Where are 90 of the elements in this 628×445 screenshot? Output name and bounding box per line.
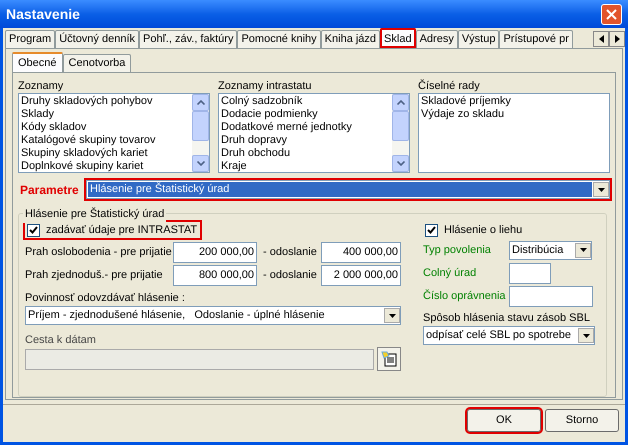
- scroll-down-button[interactable]: [192, 155, 209, 172]
- tab[interactable]: Účtovný denník: [55, 30, 140, 48]
- dropdown-button[interactable]: [384, 308, 400, 323]
- amount-field[interactable]: 400 000,00: [321, 242, 401, 262]
- parameters-dropdown[interactable]: Hlásenie pre Štatistický úrad: [86, 180, 610, 199]
- field-label: - odoslanie: [263, 268, 318, 283]
- list-box[interactable]: Skladové príjemky Výdaje zo skladu: [418, 93, 610, 173]
- field-label: Spôsob hlásenia stavu zásob SBL: [423, 311, 591, 325]
- field-label: Povinnosť odovzdávať hlásenie :: [25, 291, 186, 305]
- selected-value: odpísať celé SBL po spotrebe: [426, 328, 572, 344]
- field-label: Cesta k dátam: [25, 333, 97, 347]
- list-item[interactable]: Dodatkové merné jednotky: [221, 121, 392, 134]
- dropdown-arrow-icon: [598, 188, 604, 192]
- obligation-dropdown[interactable]: Príjem - zjednodušené hlásenie, Odoslanie - úplné hlásenie: [25, 306, 401, 325]
- dropdown-arrow-icon: [582, 334, 590, 338]
- tab[interactable]: Sklad: [380, 28, 416, 48]
- list-item[interactable]: Druhy skladových pohybov: [21, 95, 192, 108]
- amount-field[interactable]: 200 000,00: [173, 242, 257, 262]
- amount-field[interactable]: 2 000 000,00: [321, 264, 401, 286]
- browse-button[interactable]: [377, 347, 401, 371]
- field-label: Číslo oprávnenia: [423, 288, 507, 304]
- button[interactable]: Storno: [545, 409, 619, 432]
- list-title: Zoznamy: [18, 79, 64, 93]
- subtab[interactable]: Cenotvorba: [62, 54, 132, 72]
- close-button[interactable]: [601, 4, 622, 24]
- field-label: Prah zjednoduš.- pre prijatie: [25, 268, 164, 283]
- scroll-down-button[interactable]: [392, 155, 409, 172]
- group-title: Hlásenie pre Štatistický úrad: [23, 206, 166, 222]
- tab[interactable]: Kniha jázd: [320, 30, 380, 48]
- list-title: Zoznamy intrastatu: [218, 79, 313, 93]
- list-item[interactable]: Dodacie podmienky: [221, 108, 392, 121]
- list-title: Číselné rady: [418, 79, 481, 93]
- scrollbar[interactable]: [192, 94, 209, 172]
- check-icon: [427, 226, 436, 234]
- selected-value: Distribúcia: [512, 242, 564, 258]
- list-item[interactable]: Skladové príjemky: [421, 95, 609, 108]
- input-field[interactable]: [509, 286, 593, 306]
- document-icon: [381, 351, 397, 367]
- dropdown-arrow-icon: [388, 314, 396, 318]
- list-item[interactable]: Výdaje zo skladu: [421, 108, 609, 121]
- scroll-up-button[interactable]: [192, 94, 209, 111]
- tab[interactable]: Výstup: [458, 30, 500, 48]
- list-item[interactable]: Sklady: [21, 108, 192, 121]
- close-icon: [606, 8, 617, 20]
- scroll-right-button[interactable]: [609, 31, 625, 47]
- dropdown-button[interactable]: [578, 328, 594, 343]
- field-label: Typ povolenia: [423, 242, 492, 258]
- field-label: - odoslanie: [263, 244, 318, 260]
- list-item[interactable]: Colný sadzobník: [221, 95, 392, 108]
- scroll-left-button[interactable]: [593, 31, 609, 47]
- dropdown-button[interactable]: [575, 242, 591, 258]
- list-item[interactable]: Kraje: [221, 160, 392, 173]
- dropdown-arrow-icon: [580, 248, 586, 252]
- scrollbar[interactable]: [392, 94, 409, 172]
- checkbox[interactable]: [425, 224, 438, 236]
- amount-field[interactable]: 800 000,00: [173, 264, 257, 286]
- list-item[interactable]: Kódy skladov: [21, 121, 192, 134]
- scroll-up-button[interactable]: [392, 94, 409, 111]
- left-arrow-icon: [598, 35, 604, 43]
- selected-value: Hlásenie pre Štatistický úrad: [88, 182, 592, 197]
- list-item[interactable]: Katalógové skupiny tovarov: [21, 134, 192, 147]
- tab[interactable]: Adresy: [416, 30, 458, 48]
- tab[interactable]: Prístupové pr: [499, 30, 573, 48]
- scroll-thumb[interactable]: [392, 111, 409, 141]
- method-dropdown[interactable]: odpísať celé SBL po spotrebe: [423, 326, 595, 345]
- permit-dropdown[interactable]: Distribúcia: [509, 240, 592, 260]
- list-box[interactable]: Druhy skladových pohybov Sklady Kódy skladov Katalógové skupiny tovarov Skupiny skladových kariet Doplnkové skupiny kariet: [18, 93, 210, 173]
- list-item[interactable]: Skupiny skladových kariet: [21, 147, 192, 160]
- parameters-label: Parametre: [19, 182, 80, 198]
- field-label: Prah oslobodenia - pre prijatie: [25, 244, 173, 260]
- list-item[interactable]: Druh dopravy: [221, 134, 392, 147]
- tab[interactable]: Pohľ., záv., faktúry: [139, 30, 238, 48]
- tab[interactable]: Program: [5, 30, 56, 48]
- field-label: Colný úrad: [423, 266, 478, 281]
- dropdown-button[interactable]: [593, 182, 609, 197]
- button[interactable]: OK: [467, 409, 541, 432]
- checkbox-label: zadávať údaje pre INTRASTAT: [46, 222, 198, 238]
- list-item[interactable]: Doplnkové skupiny kariet: [21, 160, 192, 173]
- subtab[interactable]: Obecné: [12, 52, 63, 72]
- list-box[interactable]: Colný sadzobník Dodacie podmienky Dodatkové merné jednotky Druh dopravy Druh obchodu Kraje: [218, 93, 410, 173]
- input-field[interactable]: [509, 262, 551, 284]
- selected-value: Príjem - zjednodušené hlásenie, Odoslanie - úplné hlásenie: [28, 308, 326, 324]
- tab[interactable]: Pomocné knihy: [237, 30, 321, 48]
- list-item[interactable]: Druh obchodu: [221, 147, 392, 160]
- window-title: Nastavenie: [6, 4, 80, 24]
- scroll-thumb[interactable]: [192, 111, 209, 141]
- checkbox-label: Hlásenie o liehu: [444, 222, 522, 238]
- right-arrow-icon: [614, 35, 620, 43]
- checkbox[interactable]: [27, 224, 40, 236]
- check-icon: [29, 226, 38, 234]
